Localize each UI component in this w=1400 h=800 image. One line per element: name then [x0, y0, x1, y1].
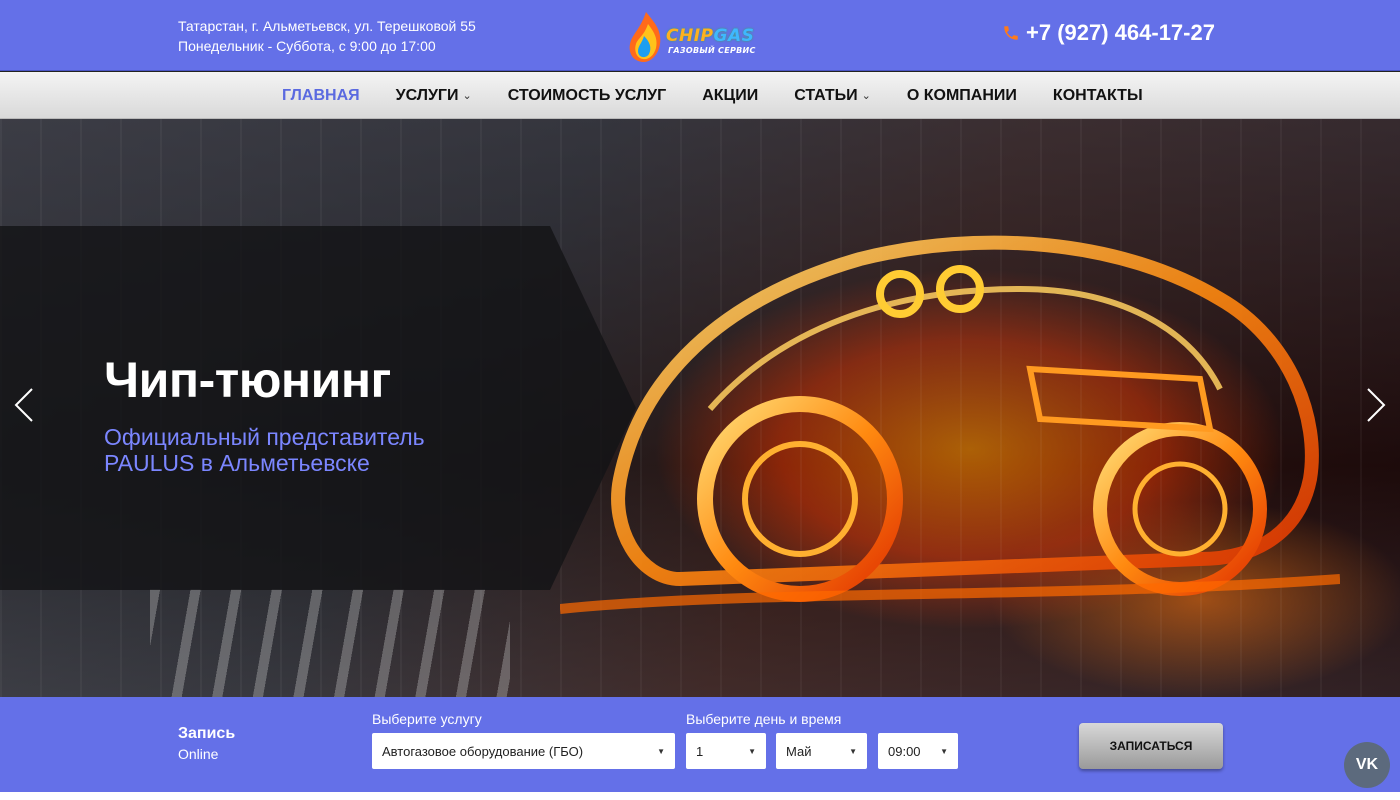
- booking-title: Запись: [178, 725, 236, 742]
- month-select-value: Май: [786, 743, 812, 759]
- nav-item-prices[interactable]: Стоимость услуг: [508, 87, 666, 105]
- nav-label: Статьи: [794, 86, 858, 104]
- hero-subtitle: Официальный представитель PAULUS в Альме…: [104, 424, 425, 476]
- logo-tagline: ГАЗОВЫЙ СЕРВИС: [668, 46, 756, 55]
- day-select[interactable]: 1 ▼: [686, 733, 766, 769]
- datetime-label: Выберите день и время: [686, 711, 842, 727]
- nav-label: Акции: [702, 86, 759, 104]
- service-select[interactable]: Автогазовое оборудование (ГБО) ▼: [372, 733, 675, 769]
- phone-icon: [1004, 26, 1018, 40]
- address-text: Татарстан, г. Альметьевск, ул. Терешково…: [178, 18, 476, 34]
- chevron-down-icon: ⌄: [861, 90, 871, 102]
- flame-logo-icon: [629, 12, 661, 62]
- main-nav: Главная Услуги ⌄ Стоимость услуг Акции Ст…: [0, 72, 1400, 119]
- hero-title: Чип-тюнинг: [104, 352, 391, 408]
- road-streaks: [150, 589, 510, 697]
- phone-number: +7 (927) 464-17-27: [1026, 20, 1215, 45]
- service-label: Выберите услугу: [372, 711, 482, 727]
- booking-form: Запись Online Выберите услугу Автогазово…: [0, 697, 1400, 792]
- submit-booking-button[interactable]: ЗАПИСАТЬСЯ: [1079, 723, 1223, 769]
- hours-text: Понедельник - Суббота, с 9:00 до 17:00: [178, 38, 436, 54]
- nav-list: Главная Услуги ⌄ Стоимость услуг Акции Ст…: [282, 72, 1179, 119]
- hero-subtitle-line2: PAULUS в Альметьевске: [104, 450, 370, 476]
- top-header: Татарстан, г. Альметьевск, ул. Терешково…: [0, 0, 1400, 71]
- chevron-left-icon[interactable]: [14, 387, 34, 423]
- nav-label: О компании: [906, 86, 1017, 104]
- caret-down-icon: ▼: [657, 746, 665, 756]
- nav-item-promotions[interactable]: Акции: [702, 87, 758, 105]
- contact-info: Татарстан, г. Альметьевск, ул. Терешково…: [178, 16, 476, 56]
- day-select-value: 1: [696, 743, 704, 759]
- site-logo[interactable]: CHIPGAS ГАЗОВЫЙ СЕРВИС: [626, 10, 756, 64]
- chevron-right-icon[interactable]: [1366, 387, 1386, 423]
- booking-subtitle: Online: [178, 746, 219, 762]
- time-select[interactable]: 09:00 ▼: [878, 733, 958, 769]
- hero-subtitle-line1: Официальный представитель: [104, 424, 425, 450]
- page-bottom-edge: [0, 792, 1400, 800]
- logo-chip: CHIP: [666, 26, 714, 46]
- nav-label: Стоимость услуг: [507, 86, 667, 104]
- caret-down-icon: ▼: [940, 746, 948, 756]
- caret-down-icon: ▼: [849, 746, 857, 756]
- month-select[interactable]: Май ▼: [776, 733, 867, 769]
- phone-link[interactable]: +7 (927) 464-17-27: [1002, 20, 1215, 46]
- nav-label: Контакты: [1052, 86, 1143, 104]
- logo-wordmark: CHIPGAS: [666, 26, 754, 46]
- caret-down-icon: ▼: [748, 746, 756, 756]
- vk-icon[interactable]: VK: [1344, 742, 1390, 788]
- nav-label: Главная: [282, 86, 360, 104]
- logo-gas: GAS: [713, 26, 755, 46]
- nav-item-home[interactable]: Главная: [282, 87, 360, 105]
- nav-item-about[interactable]: О компании: [907, 87, 1017, 105]
- time-select-value: 09:00: [888, 743, 921, 759]
- nav-item-articles[interactable]: Статьи ⌄: [794, 87, 871, 105]
- fire-car-image: [560, 235, 1340, 614]
- chevron-down-icon: ⌄: [462, 90, 472, 102]
- nav-item-services[interactable]: Услуги ⌄: [396, 87, 472, 105]
- nav-item-contacts[interactable]: Контакты: [1053, 87, 1143, 105]
- service-select-value: Автогазовое оборудование (ГБО): [382, 743, 584, 759]
- nav-label: Услуги: [395, 86, 459, 104]
- hero-slider: Чип-тюнинг Официальный представитель PAU…: [0, 119, 1400, 697]
